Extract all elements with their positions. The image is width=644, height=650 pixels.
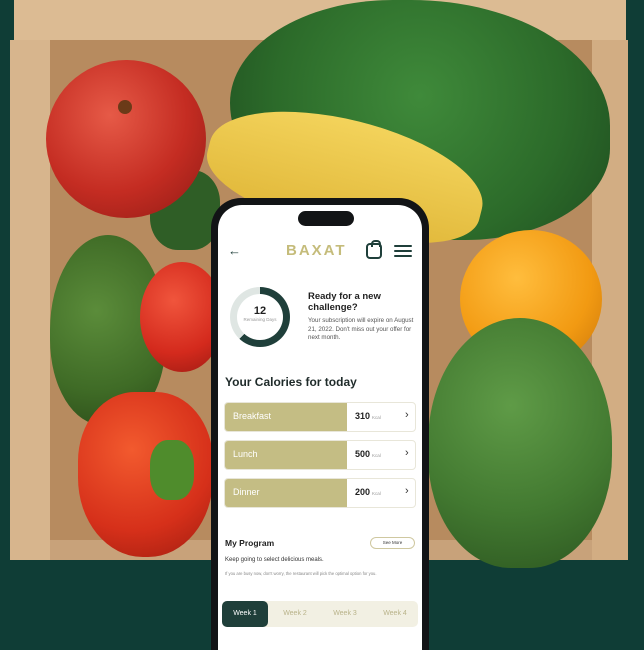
meal-label: Lunch xyxy=(233,449,258,459)
apple-stem xyxy=(118,100,132,114)
phone-device: ← BAXAT 12 Remaining Days Ready for a ne… xyxy=(211,198,429,650)
calorie-row-breakfast[interactable]: Breakfast 310 Kcal › xyxy=(224,402,416,432)
apple-image xyxy=(46,60,206,218)
calorie-value: 310 Kcal xyxy=(355,411,381,421)
calorie-unit: Kcal xyxy=(372,453,381,458)
box-flap-left xyxy=(10,40,50,560)
tab-week-1[interactable]: Week 1 xyxy=(222,601,268,627)
back-arrow-icon[interactable]: ← xyxy=(228,243,242,259)
program-note: If you are busy now, don't worry, the re… xyxy=(225,571,377,576)
promo-body: Your subscription will expire on August … xyxy=(308,317,414,342)
calorie-row-lunch[interactable]: Lunch 500 Kcal › xyxy=(224,440,416,470)
calories-section-title: Your Calories for today xyxy=(225,375,357,389)
calorie-unit: Kcal xyxy=(372,415,381,420)
see-more-button[interactable]: See More xyxy=(370,537,415,549)
tab-week-3[interactable]: Week 3 xyxy=(322,601,368,627)
tab-week-4[interactable]: Week 4 xyxy=(372,601,418,627)
brand-logo: BAXAT xyxy=(286,242,347,259)
calorie-value: 500 Kcal xyxy=(355,449,381,459)
ring-center: 12 Remaining Days xyxy=(237,294,283,340)
program-description: Keep going to select delicious meals. xyxy=(225,557,324,563)
calorie-unit: Kcal xyxy=(372,491,381,496)
chevron-right-icon[interactable]: › xyxy=(405,485,409,497)
phone-notch xyxy=(298,211,354,226)
meal-label: Dinner xyxy=(233,487,260,497)
chevron-right-icon[interactable]: › xyxy=(405,409,409,421)
broccoli-image xyxy=(428,318,612,568)
hamburger-menu-icon[interactable] xyxy=(394,245,412,257)
chevron-right-icon[interactable]: › xyxy=(405,447,409,459)
pepper-stem xyxy=(150,440,194,500)
remaining-days-count: 12 xyxy=(253,305,267,317)
subscription-progress-ring: 12 Remaining Days xyxy=(230,287,290,347)
tab-week-2[interactable]: Week 2 xyxy=(272,601,318,627)
phone-screen: ← BAXAT 12 Remaining Days Ready for a ne… xyxy=(218,205,422,650)
program-title: My Program xyxy=(225,538,275,548)
calorie-value: 200 Kcal xyxy=(355,487,381,497)
promo-title: Ready for a new challenge? xyxy=(308,291,381,313)
meal-label: Breakfast xyxy=(233,411,272,421)
shopping-bag-icon[interactable] xyxy=(366,240,382,259)
remaining-days-label: Remaining Days xyxy=(243,317,277,322)
calorie-row-dinner[interactable]: Dinner 200 Kcal › xyxy=(224,478,416,508)
week-tabs: Week 1 Week 2 Week 3 Week 4 xyxy=(222,601,418,627)
app-header: ← BAXAT xyxy=(218,239,422,265)
